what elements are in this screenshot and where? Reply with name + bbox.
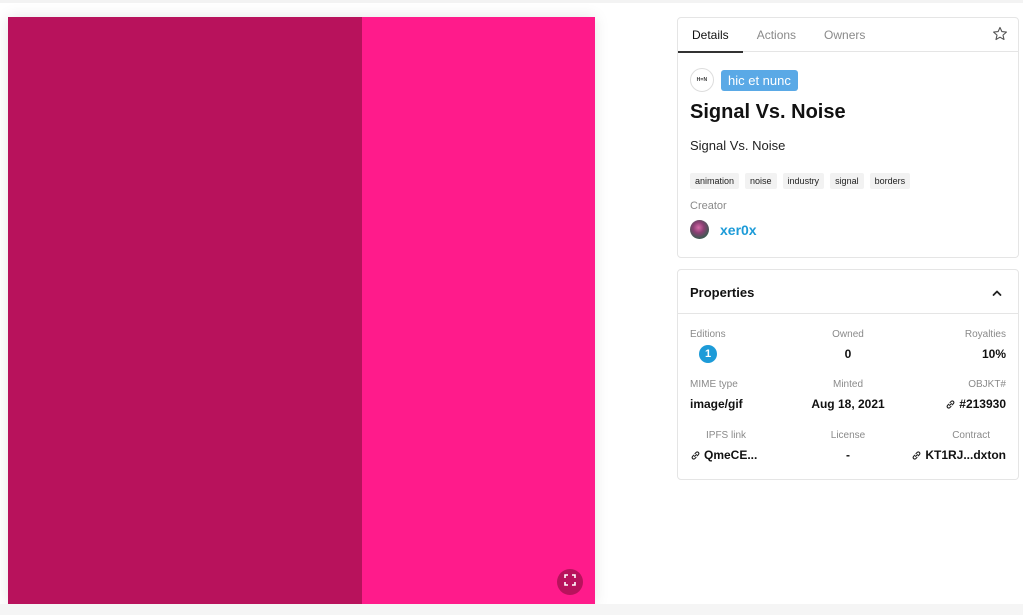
contract-value[interactable]: KT1RJ...dxton (925, 448, 1006, 462)
contract-label: Contract (952, 430, 990, 441)
owned-value: 0 (844, 347, 852, 361)
creator-name[interactable]: xer0x (720, 222, 757, 238)
objkt-value[interactable]: #213930 (959, 397, 1006, 411)
mime-cell: MIME type image/gif (690, 379, 800, 411)
minted-cell: Minted Aug 18, 2021 (793, 379, 903, 411)
top-divider (0, 0, 1023, 3)
link-icon (911, 450, 922, 464)
tag-list: animation noise industry signal borders (690, 173, 916, 189)
creator-label: Creator (690, 200, 727, 212)
royalties-label: Royalties (964, 329, 1006, 340)
token-title: Signal Vs. Noise (690, 101, 846, 123)
artwork-preview (8, 17, 595, 604)
properties-title: Properties (690, 285, 755, 300)
minted-value: Aug 18, 2021 (811, 397, 885, 411)
token-description: Signal Vs. Noise (690, 138, 786, 153)
artwork-right-panel (362, 17, 595, 604)
fullscreen-button[interactable] (557, 569, 583, 595)
properties-card: Properties Editions 1 Owned 0 Royalties … (677, 269, 1019, 480)
license-cell: License - (793, 430, 903, 462)
royalties-cell: Royalties 10% (896, 329, 1006, 361)
properties-header[interactable]: Properties (678, 270, 1018, 314)
royalties-value: 10% (981, 347, 1006, 361)
ipfs-value[interactable]: QmeCE... (704, 448, 757, 462)
tab-actions[interactable]: Actions (743, 18, 810, 52)
contract-link[interactable]: KT1RJ...dxton (896, 448, 1006, 464)
ipfs-cell: IPFS link QmeCE... (690, 430, 800, 464)
license-label: License (830, 430, 866, 441)
tag-industry[interactable]: industry (782, 173, 825, 189)
star-icon[interactable] (992, 26, 1008, 47)
editions-label: Editions (690, 329, 726, 340)
tab-details[interactable]: Details (678, 18, 743, 53)
link-icon (690, 450, 701, 464)
creator-link[interactable]: xer0x (690, 220, 757, 239)
chevron-up-icon[interactable] (991, 286, 1003, 304)
avatar (690, 220, 709, 239)
ipfs-link[interactable]: QmeCE... (690, 448, 800, 464)
tab-owners[interactable]: Owners (810, 18, 879, 52)
tag-animation[interactable]: animation (690, 173, 740, 189)
collection-logo[interactable]: H=N (690, 68, 714, 92)
expand-icon (564, 573, 576, 591)
mime-label: MIME type (690, 379, 738, 390)
collection-badge[interactable]: hic et nunc (721, 69, 798, 91)
ipfs-label: IPFS link (706, 430, 747, 441)
editions-cell: Editions 1 (690, 329, 800, 363)
artwork-left-panel (8, 17, 362, 604)
objkt-label: OBJKT# (968, 379, 1006, 390)
objkt-link[interactable]: #213930 (896, 397, 1006, 413)
bottom-divider (0, 604, 1023, 615)
mime-value: image/gif (690, 397, 743, 411)
owned-label: Owned (832, 329, 864, 340)
owned-cell: Owned 0 (793, 329, 903, 361)
link-icon (945, 399, 956, 413)
tag-noise[interactable]: noise (745, 173, 777, 189)
details-card: Details Actions Owners H=N hic et nunc S… (677, 17, 1019, 258)
license-value: - (846, 448, 850, 462)
collection-row: H=N hic et nunc (690, 68, 798, 92)
tag-borders[interactable]: borders (869, 173, 911, 189)
objkt-cell: OBJKT# #213930 (896, 379, 1006, 413)
minted-label: Minted (832, 379, 863, 390)
contract-cell: Contract KT1RJ...dxton (896, 430, 1006, 464)
tag-signal[interactable]: signal (830, 173, 864, 189)
tab-bar: Details Actions Owners (678, 18, 1018, 53)
editions-badge: 1 (699, 345, 717, 363)
